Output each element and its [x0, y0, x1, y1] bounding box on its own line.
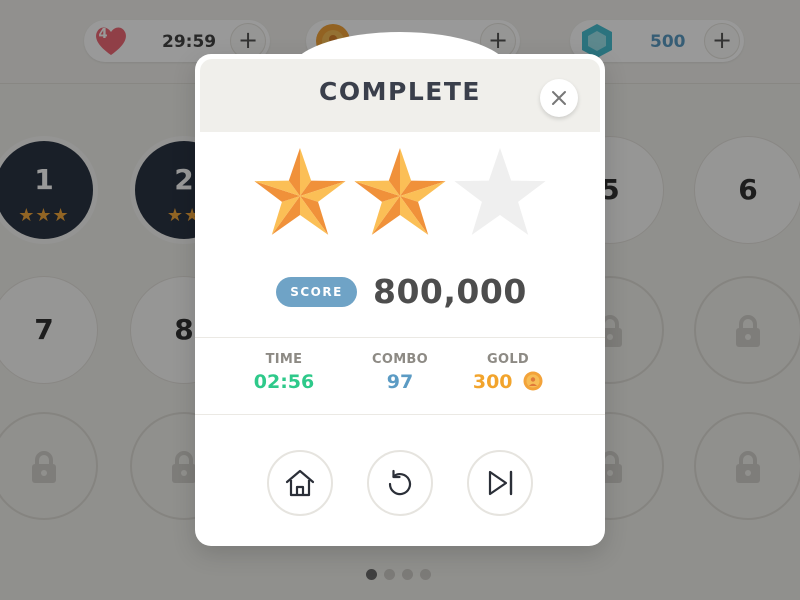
star-earned-icon: [254, 148, 346, 235]
star-empty-icon: [454, 148, 546, 235]
coin-icon: [523, 371, 543, 391]
gold-value: 300: [472, 371, 513, 393]
next-level-button[interactable]: [467, 450, 533, 516]
time-stat: TIME 02:56: [234, 352, 334, 395]
dialog-header: COMPLETE: [200, 59, 600, 132]
score-row: SCORE 800,000: [195, 272, 605, 314]
gold-label: GOLD: [487, 352, 529, 367]
next-level-icon: [488, 470, 513, 496]
combo-label: COMBO: [372, 352, 428, 367]
star-earned-icon: [354, 148, 446, 235]
replay-icon: [388, 469, 412, 496]
combo-value: 97: [386, 371, 414, 393]
star-rating: [250, 144, 550, 248]
close-icon: [552, 91, 566, 105]
home-button[interactable]: [267, 450, 333, 516]
level-complete-dialog: COMPLETE SCORE 800,000 TIME 02:56 COMBO …: [195, 32, 605, 546]
gold-value-row: 300: [458, 371, 558, 395]
close-button[interactable]: [540, 79, 578, 117]
time-value: 02:56: [253, 371, 315, 393]
divider: [195, 414, 605, 415]
replay-button[interactable]: [367, 450, 433, 516]
score-badge: SCORE: [276, 277, 357, 307]
time-label: TIME: [265, 352, 303, 367]
score-value: 800,000: [373, 272, 527, 311]
home-icon: [285, 469, 315, 497]
divider: [195, 337, 605, 338]
combo-stat: COMBO 97: [350, 352, 450, 395]
gold-stat: GOLD 300: [458, 352, 558, 395]
